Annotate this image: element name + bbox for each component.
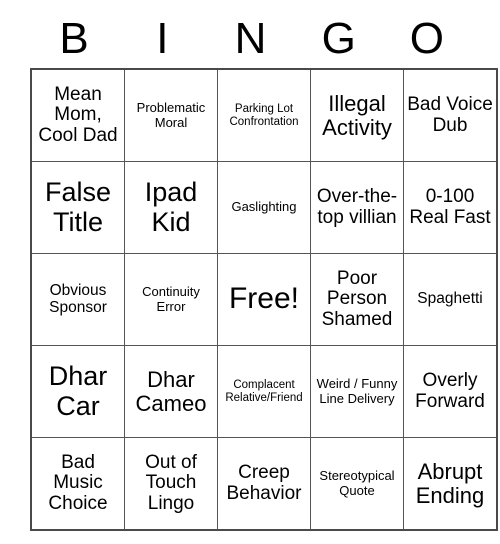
header-letter-i: I: [156, 14, 169, 63]
bingo-cell[interactable]: Stereotypical Quote: [310, 437, 404, 531]
bingo-cell[interactable]: Ipad Kid: [124, 161, 218, 254]
bingo-cell-label: Stereotypical Quote: [319, 468, 395, 498]
bingo-cell-label: Gaslighting: [231, 199, 297, 215]
bingo-cell[interactable]: Problematic Moral: [124, 68, 218, 162]
bingo-cell-free[interactable]: Free!: [217, 253, 311, 346]
bingo-cell[interactable]: Over-the-top villian: [310, 161, 404, 254]
bingo-row: Dhar Car Dhar Cameo Complacent Relative/…: [30, 345, 498, 438]
bingo-cell-label: Dhar Cameo: [135, 366, 207, 416]
bingo-cell-label: Obvious Sponsor: [49, 281, 107, 316]
bingo-cell-label: Dhar Car: [48, 361, 108, 421]
bingo-cell[interactable]: Mean Mom, Cool Dad: [30, 68, 125, 162]
bingo-row: False Title Ipad Kid Gaslighting Over-th…: [30, 161, 498, 254]
bingo-cell[interactable]: Out of Touch Lingo: [124, 437, 218, 531]
bingo-cell-label: Continuity Error: [142, 284, 200, 314]
bingo-cell[interactable]: Spaghetti: [403, 253, 498, 346]
bingo-cell[interactable]: Weird / Funny Line Delivery: [310, 345, 404, 438]
bingo-cell[interactable]: Continuity Error: [124, 253, 218, 346]
bingo-cell[interactable]: Obvious Sponsor: [30, 253, 125, 346]
header-letter-b: B: [59, 14, 89, 63]
bingo-cell-label: Over-the-top villian: [316, 185, 398, 228]
bingo-cell[interactable]: Dhar Cameo: [124, 345, 218, 438]
bingo-cell[interactable]: Creep Behavior: [217, 437, 311, 531]
bingo-row: Obvious Sponsor Continuity Error Free! P…: [30, 253, 498, 346]
bingo-cell[interactable]: 0-100 Real Fast: [403, 161, 498, 254]
bingo-row: Bad Music Choice Out of Touch Lingo Cree…: [30, 437, 498, 531]
bingo-cell-label: Mean Mom, Cool Dad: [38, 83, 118, 146]
bingo-cell-label: Bad Music Choice: [48, 451, 108, 514]
bingo-cell[interactable]: Bad Voice Dub: [403, 68, 498, 162]
bingo-cell-label: Weird / Funny Line Delivery: [316, 376, 398, 406]
bingo-cell[interactable]: Gaslighting: [217, 161, 311, 254]
bingo-cell-label: Overly Forward: [415, 369, 485, 412]
bingo-cell-label: Parking Lot Confrontation: [229, 103, 299, 128]
bingo-cell[interactable]: Illegal Activity: [310, 68, 404, 162]
bingo-cell[interactable]: Bad Music Choice: [30, 437, 125, 531]
bingo-row: Mean Mom, Cool Dad Problematic Moral Par…: [30, 68, 498, 162]
bingo-card: B I N G O Mean Mom, Cool Dad Problematic…: [30, 10, 498, 531]
bingo-cell[interactable]: Parking Lot Confrontation: [217, 68, 311, 162]
bingo-cell-label: Creep Behavior: [226, 461, 302, 504]
bingo-cell[interactable]: Complacent Relative/Friend: [217, 345, 311, 438]
bingo-cell-label: 0-100 Real Fast: [409, 185, 491, 228]
bingo-cell[interactable]: Poor Person Shamed: [310, 253, 404, 346]
bingo-cell-label: Illegal Activity: [322, 90, 392, 140]
bingo-free-label: Free!: [228, 282, 300, 316]
bingo-cell-label: Ipad Kid: [144, 177, 198, 237]
bingo-header: B I N G O: [30, 10, 471, 68]
bingo-grid: Mean Mom, Cool Dad Problematic Moral Par…: [30, 68, 498, 531]
header-letter-o: O: [409, 14, 445, 63]
bingo-cell-label: Problematic Moral: [136, 100, 206, 130]
bingo-cell[interactable]: False Title: [30, 161, 125, 254]
bingo-cell[interactable]: Abrupt Ending: [403, 437, 498, 531]
bingo-cell-label: Out of Touch Lingo: [145, 451, 197, 514]
bingo-cell[interactable]: Dhar Car: [30, 345, 125, 438]
bingo-cell-label: Bad Voice Dub: [407, 93, 493, 136]
bingo-cell-label: Complacent Relative/Friend: [225, 379, 303, 404]
bingo-cell-label: False Title: [44, 177, 112, 237]
bingo-cell-label: Poor Person Shamed: [321, 267, 393, 330]
header-letter-n: N: [234, 14, 267, 63]
header-letter-g: G: [321, 14, 356, 63]
bingo-cell[interactable]: Overly Forward: [403, 345, 498, 438]
bingo-cell-label: Abrupt Ending: [415, 458, 485, 508]
bingo-cell-label: Spaghetti: [417, 290, 483, 308]
